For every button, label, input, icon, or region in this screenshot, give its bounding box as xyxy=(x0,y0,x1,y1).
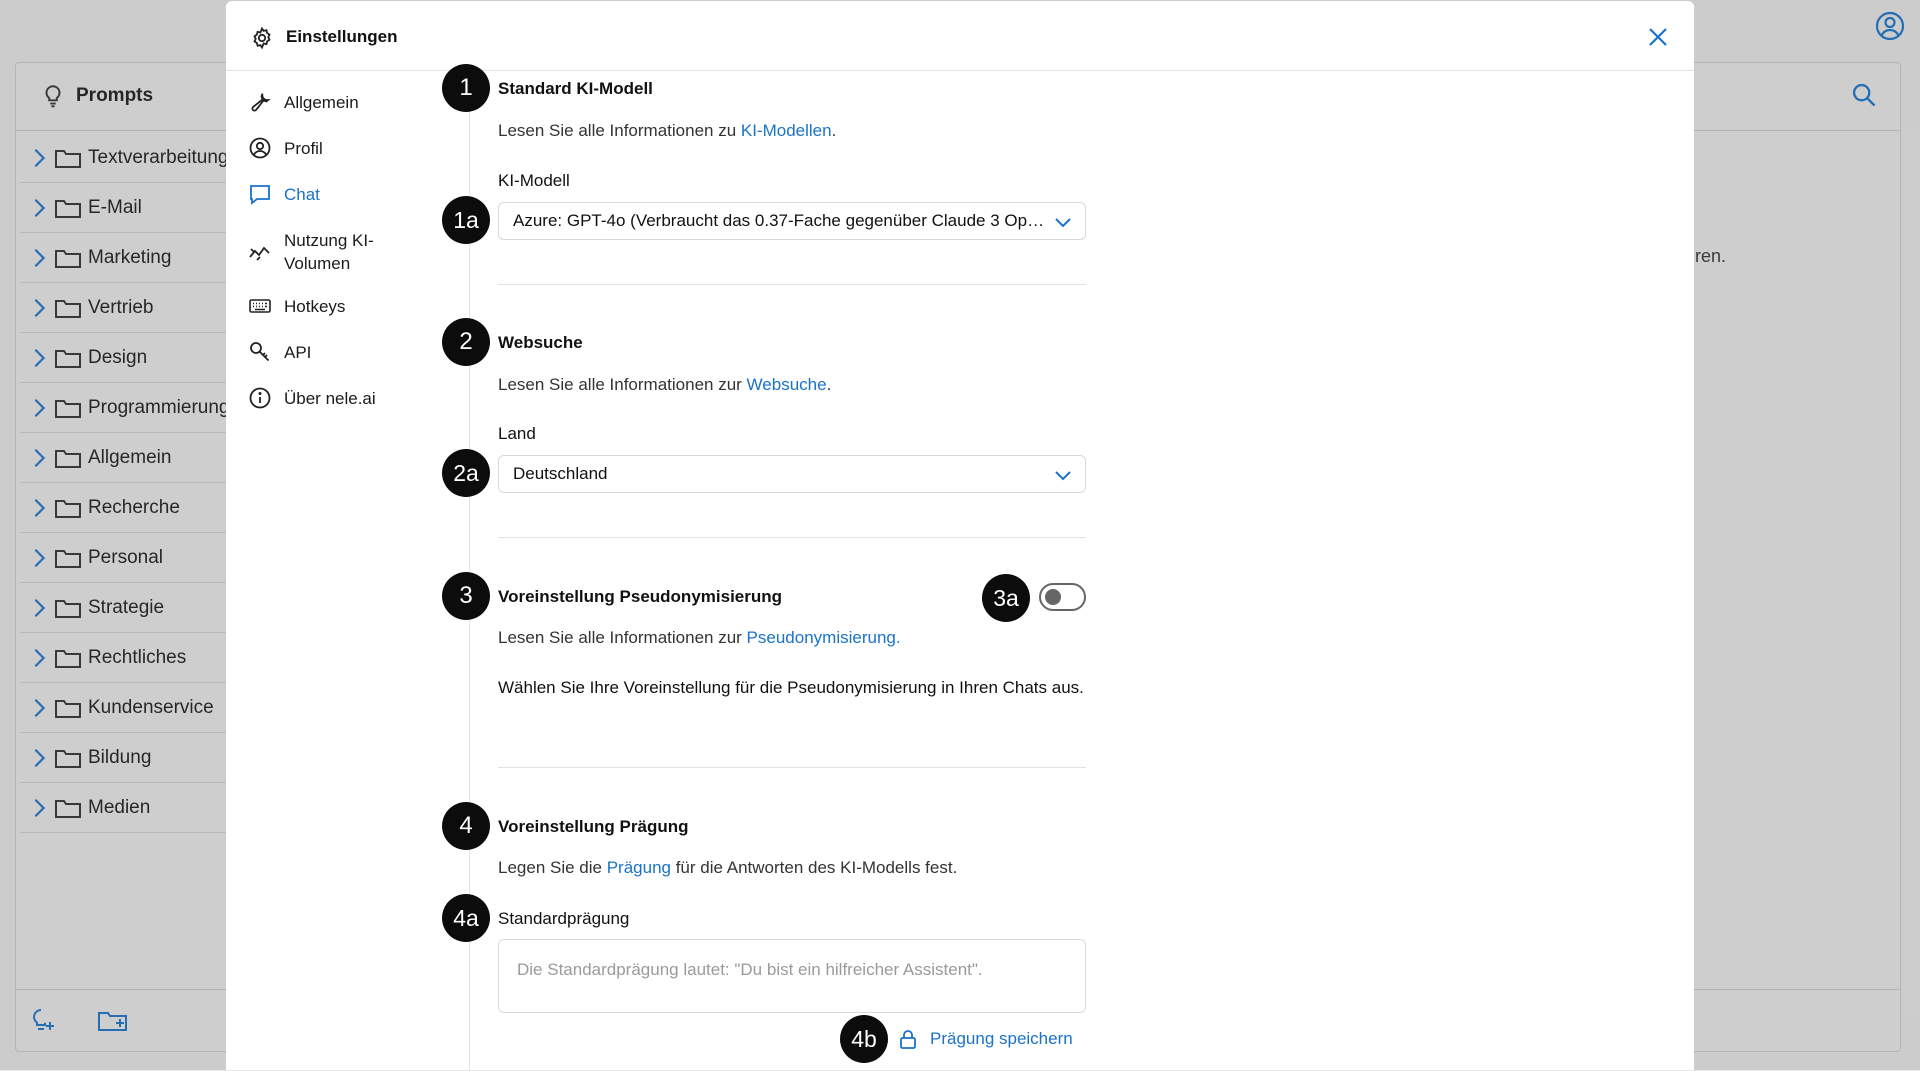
model-select[interactable]: Azure: GPT-4o (Verbraucht das 0.37-Fache… xyxy=(498,202,1086,240)
pseudonymization-toggle[interactable] xyxy=(1039,583,1086,611)
nav-item-api[interactable]: API xyxy=(248,341,448,387)
usage-chart-icon xyxy=(249,246,270,261)
section-title-pseudonymisierung: Voreinstellung Pseudonymisierung xyxy=(498,587,783,606)
info-prefix: Lesen Sie alle Informationen zur xyxy=(498,375,747,394)
nav-label: Nutzung KI-Volumen xyxy=(284,231,374,273)
nav-item-ueber[interactable]: Über nele.ai xyxy=(248,387,448,433)
modal-header: Einstellungen xyxy=(226,1,1694,71)
section-title-praegung: Voreinstellung Prägung xyxy=(498,817,689,836)
nav-item-chat[interactable]: Chat xyxy=(248,183,448,229)
field-label-land: Land xyxy=(498,424,536,443)
nav-item-profil[interactable]: Profil xyxy=(248,137,448,183)
pseudonymisierung-link[interactable]: Pseudonymisierung xyxy=(747,628,896,647)
model-select-value: Azure: GPT-4o (Verbraucht das 0.37-Fache… xyxy=(513,211,1045,230)
chevron-down-icon xyxy=(1055,218,1071,228)
step-badge: 4 xyxy=(442,802,490,850)
step-badge: 2a xyxy=(442,449,490,497)
country-select-value: Deutschland xyxy=(513,464,608,483)
websuche-link[interactable]: Websuche xyxy=(747,375,827,394)
info-suffix: . xyxy=(895,628,901,647)
info-suffix: . xyxy=(826,375,832,394)
ki-modelle-link[interactable]: KI-Modellen xyxy=(741,121,832,140)
save-praegung-button[interactable]: Prägung speichern xyxy=(898,1028,1073,1050)
gear-icon xyxy=(253,26,271,50)
step-badge: 1 xyxy=(442,64,490,112)
info-prefix: Lesen Sie alle Informationen zu xyxy=(498,121,741,140)
step-badge: 2 xyxy=(442,318,490,366)
chat-icon xyxy=(250,185,270,205)
settings-modal: Einstellungen Allgemein Profil Chat Nutz… xyxy=(226,1,1694,1071)
nav-item-nutzung[interactable]: Nutzung KI-Volumen xyxy=(248,229,448,295)
section-title-model: Standard KI-Modell xyxy=(498,79,653,98)
nav-item-allgemein[interactable]: Allgemein xyxy=(248,91,448,137)
close-icon[interactable] xyxy=(1646,25,1670,49)
pseudo-description: Wählen Sie Ihre Voreinstellung für die P… xyxy=(498,678,1084,697)
step-badge: 1a xyxy=(442,196,490,244)
save-praegung-label: Prägung speichern xyxy=(930,1029,1073,1048)
section-divider xyxy=(498,537,1086,538)
info-prefix: Lesen Sie alle Informationen zur xyxy=(498,628,747,647)
field-label-standardpraegung: Standardprägung xyxy=(498,909,630,928)
standardpraegung-textarea[interactable]: Die Standardprägung lautet: "Du bist ein… xyxy=(498,939,1086,1013)
nav-label: Über nele.ai xyxy=(284,389,376,408)
wrench-icon xyxy=(251,93,271,112)
nav-item-hotkeys[interactable]: Hotkeys xyxy=(248,295,448,341)
country-select[interactable]: Deutschland xyxy=(498,455,1086,493)
section-divider xyxy=(498,284,1086,285)
info-suffix: für die Antworten des KI-Modells fest. xyxy=(670,858,958,877)
key-icon xyxy=(250,342,270,362)
websuche-info-text: Lesen Sie alle Informationen zur Websuch… xyxy=(498,375,831,395)
nav-label: Hotkeys xyxy=(284,297,346,316)
model-info-text: Lesen Sie alle Informationen zu KI-Model… xyxy=(498,121,836,141)
info-prefix: Legen Sie die xyxy=(498,858,607,877)
keyboard-icon xyxy=(249,299,271,313)
section-divider xyxy=(498,767,1086,768)
step-badge: 3a xyxy=(982,574,1030,622)
step-badge: 4b xyxy=(840,1015,888,1063)
lock-icon xyxy=(900,1030,916,1049)
step-badge: 3 xyxy=(442,572,490,620)
modal-title: Einstellungen xyxy=(286,27,398,46)
step-badge: 4a xyxy=(442,894,490,942)
info-icon xyxy=(249,387,271,409)
pseudo-info-text: Lesen Sie alle Informationen zur Pseudon… xyxy=(498,628,901,648)
toggle-knob xyxy=(1045,589,1061,605)
nav-label: Profil xyxy=(284,139,323,158)
user-circle-icon xyxy=(249,137,271,159)
chevron-down-icon xyxy=(1055,471,1071,481)
info-suffix: . xyxy=(831,121,837,140)
field-label-ki-modell: KI-Modell xyxy=(498,171,570,190)
praegung-info-text: Legen Sie die Prägung für die Antworten … xyxy=(498,858,957,878)
nav-label: Chat xyxy=(284,185,320,204)
section-title-websuche: Websuche xyxy=(498,333,583,352)
praegung-link[interactable]: Prägung xyxy=(607,858,671,877)
nav-label: API xyxy=(284,343,312,362)
settings-nav: Allgemein Profil Chat Nutzung KI-Volumen… xyxy=(248,91,448,433)
nav-label: Allgemein xyxy=(284,93,359,112)
